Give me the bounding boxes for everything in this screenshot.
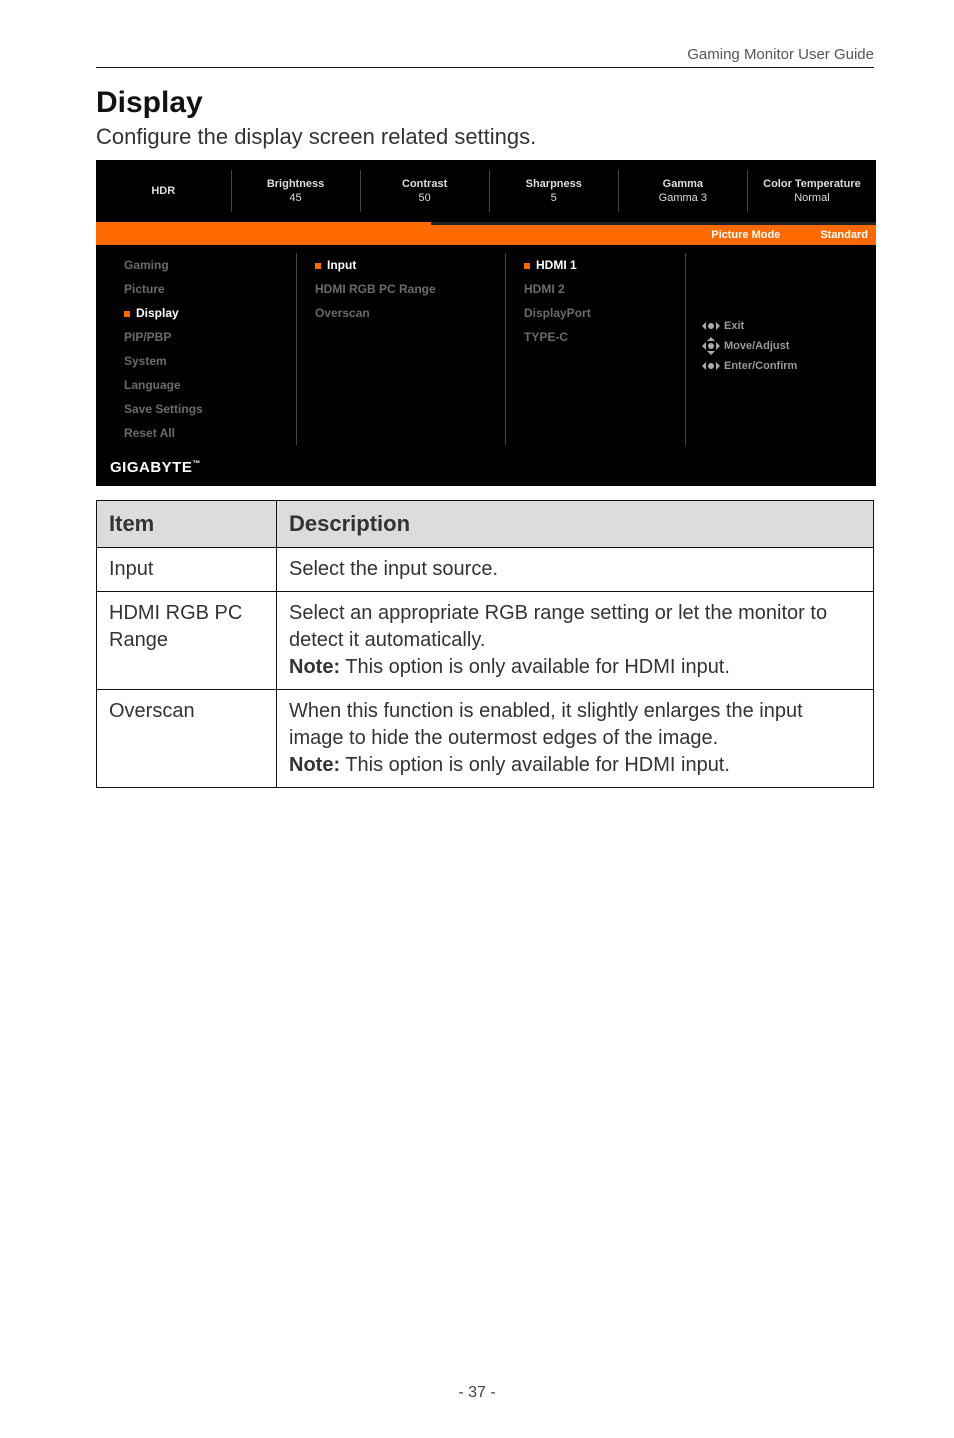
note-label: Note: [289, 656, 340, 678]
section-subtitle: Configure the display screen related set… [96, 124, 874, 150]
td-desc: Select the input source. [277, 547, 874, 591]
active-marker-icon [315, 263, 321, 269]
osd-stat-label: Brightness [232, 178, 360, 190]
joystick-icon [704, 319, 718, 333]
desc-text: Select an appropriate RGB range setting … [289, 602, 827, 651]
td-item: HDMI RGB PC Range [97, 591, 277, 689]
osd-stat-label: Sharpness [490, 178, 618, 190]
osd-sub-overscan[interactable]: Overscan [315, 301, 495, 325]
table-header-row: Item Description [97, 501, 874, 548]
osd-stat-label: HDR [96, 185, 231, 197]
active-marker-icon [124, 311, 130, 317]
osd-stat-colortemp: Color Temperature Normal [748, 160, 876, 222]
osd-stat-label: Gamma [619, 178, 747, 190]
osd-opt-dp[interactable]: DisplayPort [524, 301, 685, 325]
osd-menu-gaming[interactable]: Gaming [124, 253, 296, 277]
td-desc: Select an appropriate RGB range setting … [277, 591, 874, 689]
osd-stat-gamma: Gamma Gamma 3 [619, 160, 747, 222]
td-item: Overscan [97, 689, 277, 787]
td-desc: When this function is enabled, it slight… [277, 689, 874, 787]
note-text: This option is only available for HDMI i… [340, 754, 730, 776]
table-row: Input Select the input source. [97, 547, 874, 591]
note-text: This option is only available for HDMI i… [340, 656, 730, 678]
th-desc: Description [277, 501, 874, 548]
osd-stat-contrast: Contrast 50 [361, 160, 489, 222]
osd-panel: HDR Brightness 45 Contrast 50 Sharpness … [96, 160, 876, 486]
page-number: - 37 - [0, 1384, 954, 1402]
osd-stat-brightness: Brightness 45 [232, 160, 360, 222]
description-table: Item Description Input Select the input … [96, 500, 874, 788]
osd-stat-value: 50 [361, 192, 489, 204]
osd-hint-label: Exit [724, 320, 744, 332]
note-label: Note: [289, 754, 340, 776]
osd-sub-hdmirgb[interactable]: HDMI RGB PC Range [315, 277, 495, 301]
osd-strip-right: Standard [820, 229, 868, 241]
osd-stat-label: Color Temperature [748, 178, 876, 190]
osd-strip-left: Picture Mode [711, 229, 780, 241]
osd-menu-pippbp[interactable]: PIP/PBP [124, 325, 296, 349]
th-item: Item [97, 501, 277, 548]
osd-menu-language[interactable]: Language [124, 373, 296, 397]
osd-stat-value: 45 [232, 192, 360, 204]
osd-stat-value: Normal [748, 192, 876, 204]
osd-hint-move: Move/Adjust [704, 339, 876, 353]
brand-logo: GIGABYTE™ [96, 459, 876, 486]
osd-stat-sharpness: Sharpness 5 [490, 160, 618, 222]
osd-menu-picture[interactable]: Picture [124, 277, 296, 301]
desc-text: When this function is enabled, it slight… [289, 700, 803, 749]
osd-hint-label: Enter/Confirm [724, 360, 797, 372]
header-title: Gaming Monitor User Guide [687, 46, 874, 63]
osd-mid-menu: Input HDMI RGB PC Range Overscan [296, 253, 506, 445]
osd-menu-system[interactable]: System [124, 349, 296, 373]
osd-progress-track [96, 222, 876, 225]
osd-left-menu: Gaming Picture Display PIP/PBP System La… [96, 253, 296, 445]
osd-hint-label: Move/Adjust [724, 340, 789, 352]
table-row: HDMI RGB PC Range Select an appropriate … [97, 591, 874, 689]
osd-hints: Exit Move/Adjust Enter/Confirm [686, 253, 876, 445]
osd-opt-typec[interactable]: TYPE-C [524, 325, 685, 349]
osd-menu-save[interactable]: Save Settings [124, 397, 296, 421]
osd-sub-input[interactable]: Input [315, 253, 495, 277]
osd-opt-hdmi2[interactable]: HDMI 2 [524, 277, 685, 301]
table-row: Overscan When this function is enabled, … [97, 689, 874, 787]
osd-stat-hdr: HDR [96, 160, 231, 222]
section-heading: Display [96, 86, 874, 120]
osd-stat-value: 5 [490, 192, 618, 204]
osd-hint-enter: Enter/Confirm [704, 359, 876, 373]
osd-hint-exit: Exit [704, 319, 876, 333]
osd-picture-mode-strip: Picture Mode Standard [96, 225, 876, 245]
active-marker-icon [524, 263, 530, 269]
header-rule: Gaming Monitor User Guide [96, 46, 874, 68]
joystick-icon [704, 359, 718, 373]
td-item: Input [97, 547, 277, 591]
osd-opt-hdmi1[interactable]: HDMI 1 [524, 253, 685, 277]
osd-body: Gaming Picture Display PIP/PBP System La… [96, 245, 876, 459]
osd-menu-display[interactable]: Display [124, 301, 296, 325]
osd-top-row: HDR Brightness 45 Contrast 50 Sharpness … [96, 160, 876, 222]
osd-right-menu: HDMI 1 HDMI 2 DisplayPort TYPE-C [506, 253, 686, 445]
osd-stat-label: Contrast [361, 178, 489, 190]
osd-progress-fill [96, 222, 431, 225]
osd-stat-value: Gamma 3 [619, 192, 747, 204]
joystick-icon [704, 339, 718, 353]
osd-menu-reset[interactable]: Reset All [124, 421, 296, 445]
